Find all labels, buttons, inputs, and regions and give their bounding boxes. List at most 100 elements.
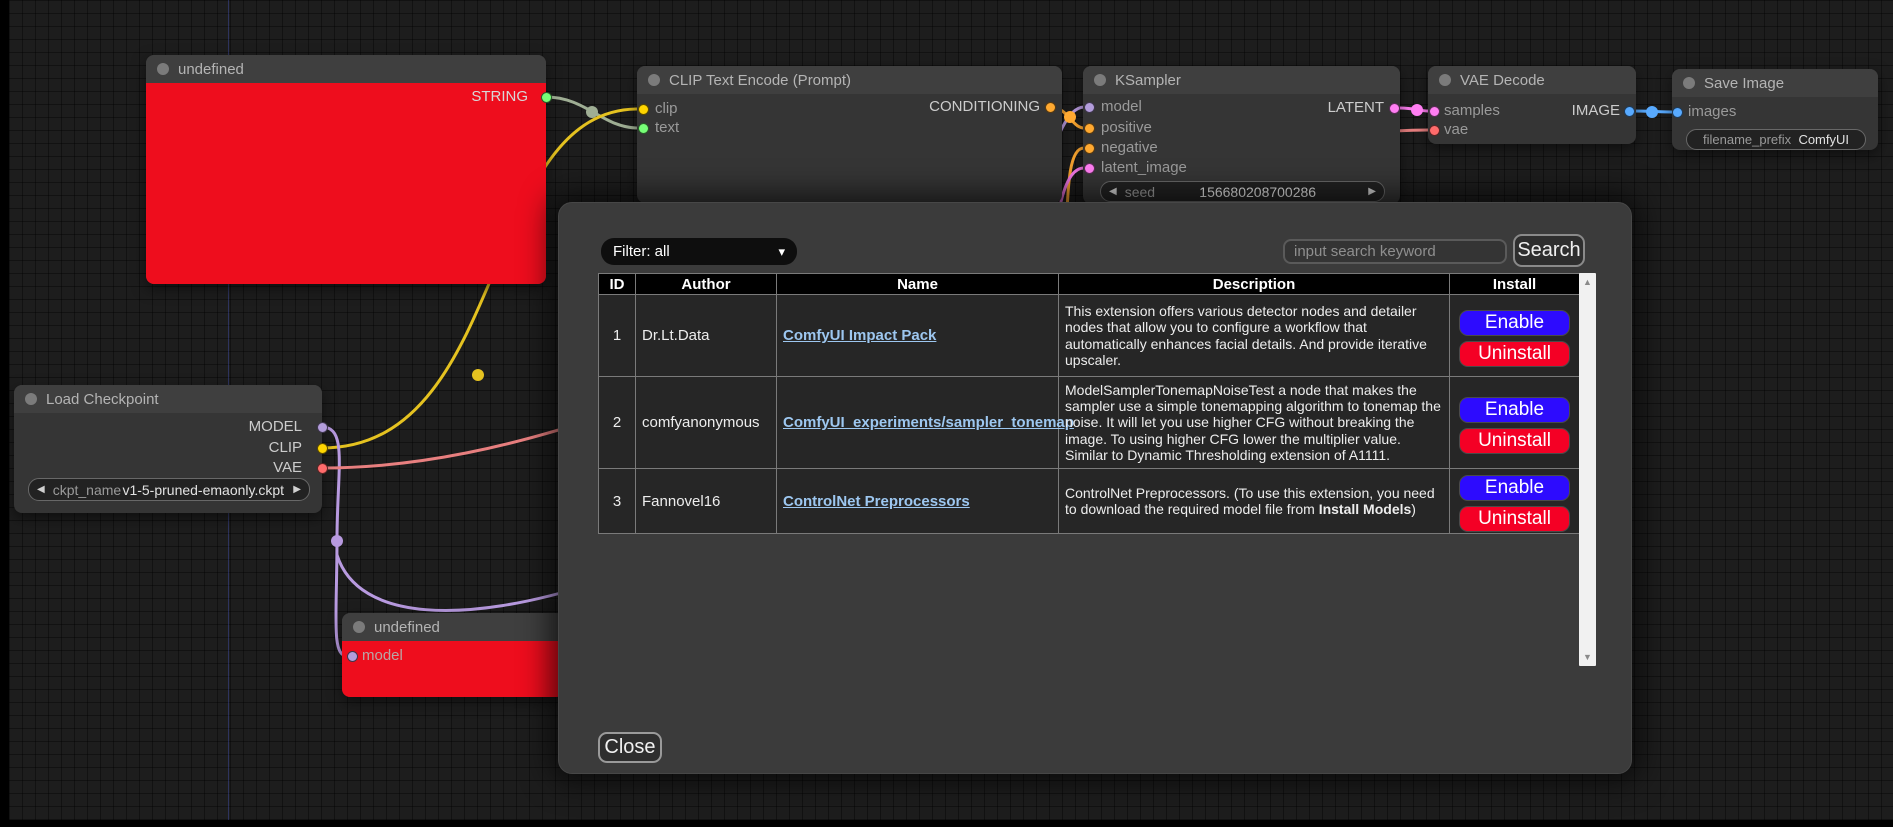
clip-input-dot[interactable] bbox=[638, 104, 649, 115]
enable-button[interactable]: Enable bbox=[1459, 475, 1570, 501]
cell-id: 1 bbox=[599, 295, 636, 377]
input-slot-model[interactable]: model bbox=[362, 646, 403, 666]
input-slot-positive[interactable]: positive bbox=[1101, 118, 1152, 138]
output-slot-vae[interactable]: VAE bbox=[273, 458, 302, 478]
link-midpoint-dot[interactable] bbox=[1064, 111, 1076, 123]
extension-link[interactable]: ComfyUI_experiments/sampler_tonemap bbox=[783, 414, 1074, 431]
search-input[interactable] bbox=[1283, 239, 1507, 264]
seed-widget[interactable]: ◀ seed 156680208700286 ▶ bbox=[1100, 181, 1385, 202]
decrement-icon[interactable]: ◀ bbox=[1101, 187, 1125, 197]
node-title: Save Image bbox=[1704, 75, 1784, 92]
node-title: Load Checkpoint bbox=[46, 391, 159, 408]
latent-output-dot[interactable] bbox=[1389, 103, 1400, 114]
node-title: CLIP Text Encode (Prompt) bbox=[669, 72, 851, 89]
close-button[interactable]: Close bbox=[598, 732, 662, 763]
cell-id: 3 bbox=[599, 469, 636, 534]
cell-install: Enable Uninstall bbox=[1450, 377, 1580, 469]
vae-input-dot[interactable] bbox=[1429, 125, 1440, 136]
extensions-table: ID Author Name Description Install 1 Dr.… bbox=[598, 273, 1580, 534]
filter-select[interactable]: Filter: all ▾ bbox=[601, 238, 797, 265]
input-slot-samples[interactable]: samples bbox=[1444, 101, 1500, 121]
widget-label: ckpt_name bbox=[53, 482, 121, 498]
widget-label: seed bbox=[1125, 184, 1155, 200]
output-slot-clip[interactable]: CLIP bbox=[269, 438, 302, 458]
extension-link[interactable]: ControlNet Preprocessors bbox=[783, 493, 970, 510]
node-title-bar: Load Checkpoint bbox=[14, 385, 322, 413]
uninstall-button[interactable]: Uninstall bbox=[1459, 506, 1570, 532]
link-midpoint-dot[interactable] bbox=[1411, 104, 1423, 116]
vae-output-dot[interactable] bbox=[317, 463, 328, 474]
scroll-up-icon[interactable]: ▲ bbox=[1579, 275, 1596, 289]
uninstall-button[interactable]: Uninstall bbox=[1459, 428, 1570, 454]
col-header-description: Description bbox=[1059, 274, 1450, 295]
node-clip-text-encode[interactable]: CLIP Text Encode (Prompt) clip text COND… bbox=[637, 66, 1062, 203]
widget-value: v1-5-pruned-emaonly.ckpt bbox=[121, 482, 285, 498]
node-status-icon bbox=[1094, 74, 1106, 86]
input-slot-clip[interactable]: clip bbox=[655, 99, 678, 119]
node-title: undefined bbox=[374, 619, 440, 636]
input-slot-latent-image[interactable]: latent_image bbox=[1101, 158, 1187, 178]
ckpt-name-widget[interactable]: ◀ ckpt_name v1-5-pruned-emaonly.ckpt ▶ bbox=[28, 478, 310, 501]
scroll-down-icon[interactable]: ▼ bbox=[1579, 650, 1596, 664]
uninstall-button[interactable]: Uninstall bbox=[1459, 341, 1570, 367]
clip-output-dot[interactable] bbox=[317, 443, 328, 454]
previous-icon[interactable]: ◀ bbox=[29, 485, 53, 495]
col-header-author: Author bbox=[636, 274, 777, 295]
positive-input-dot[interactable] bbox=[1084, 123, 1095, 134]
search-button[interactable]: Search bbox=[1513, 234, 1585, 267]
increment-icon[interactable]: ▶ bbox=[1360, 187, 1384, 197]
samples-input-dot[interactable] bbox=[1429, 106, 1440, 117]
link-midpoint-dot[interactable] bbox=[586, 106, 598, 118]
extension-link[interactable]: ComfyUI Impact Pack bbox=[783, 327, 936, 344]
node-vae-decode[interactable]: VAE Decode samples vae IMAGE bbox=[1428, 66, 1636, 144]
enable-button[interactable]: Enable bbox=[1459, 310, 1570, 336]
node-undefined-bottom[interactable]: undefined model bbox=[342, 613, 564, 697]
cell-id: 2 bbox=[599, 377, 636, 469]
node-title: VAE Decode bbox=[1460, 72, 1545, 89]
conditioning-output-dot[interactable] bbox=[1045, 102, 1056, 113]
link-midpoint-dot[interactable] bbox=[1646, 106, 1658, 118]
latent-image-input-dot[interactable] bbox=[1084, 163, 1095, 174]
node-undefined-top[interactable]: undefined STRING bbox=[146, 55, 546, 284]
missing-node-body bbox=[146, 83, 546, 284]
input-slot-text[interactable]: text bbox=[655, 118, 679, 138]
negative-input-dot[interactable] bbox=[1084, 143, 1095, 154]
widget-value: 156680208700286 bbox=[1155, 184, 1360, 200]
extension-manager-dialog: Filter: all ▾ Search ID Author Name Desc… bbox=[558, 202, 1632, 774]
model-input-dot-bottom[interactable] bbox=[347, 651, 358, 662]
col-header-name: Name bbox=[777, 274, 1059, 295]
model-output-dot[interactable] bbox=[317, 422, 328, 433]
text-input-dot[interactable] bbox=[638, 123, 649, 134]
model-input-dot[interactable] bbox=[1084, 102, 1095, 113]
input-slot-model[interactable]: model bbox=[1101, 97, 1142, 117]
node-save-image[interactable]: Save Image images filename_prefix ComfyU… bbox=[1672, 69, 1878, 150]
output-slot-string[interactable]: STRING bbox=[471, 87, 528, 107]
link-midpoint-dot[interactable] bbox=[472, 369, 484, 381]
node-title-bar: VAE Decode bbox=[1428, 66, 1636, 94]
images-input-dot[interactable] bbox=[1672, 107, 1683, 118]
table-scrollbar[interactable]: ▲ ▼ bbox=[1579, 273, 1596, 666]
table-row: 1 Dr.Lt.Data ComfyUI Impact Pack This ex… bbox=[599, 295, 1580, 377]
enable-button[interactable]: Enable bbox=[1459, 397, 1570, 423]
link-midpoint-dot[interactable] bbox=[331, 535, 343, 547]
table-row: 2 comfyanonymous ComfyUI_experiments/sam… bbox=[599, 377, 1580, 469]
filename-prefix-widget[interactable]: filename_prefix ComfyUI bbox=[1686, 129, 1866, 150]
output-slot-model[interactable]: MODEL bbox=[249, 417, 302, 437]
node-title-bar: undefined bbox=[146, 55, 546, 83]
cell-author: comfyanonymous bbox=[636, 377, 777, 469]
input-slot-negative[interactable]: negative bbox=[1101, 138, 1158, 158]
chevron-down-icon: ▾ bbox=[778, 244, 785, 260]
output-slot-image[interactable]: IMAGE bbox=[1572, 101, 1620, 121]
output-slot-conditioning[interactable]: CONDITIONING bbox=[929, 97, 1040, 117]
input-slot-images[interactable]: images bbox=[1688, 102, 1736, 122]
next-icon[interactable]: ▶ bbox=[285, 485, 309, 495]
image-output-dot[interactable] bbox=[1624, 106, 1635, 117]
node-load-checkpoint[interactable]: Load Checkpoint MODEL CLIP VAE ◀ ckpt_na… bbox=[14, 385, 322, 513]
node-status-icon bbox=[1683, 77, 1695, 89]
output-slot-latent[interactable]: LATENT bbox=[1328, 98, 1384, 118]
node-ksampler[interactable]: KSampler model positive negative latent_… bbox=[1083, 66, 1400, 204]
string-output-dot[interactable] bbox=[541, 92, 552, 103]
input-slot-vae[interactable]: vae bbox=[1444, 120, 1468, 140]
cell-install: Enable Uninstall bbox=[1450, 469, 1580, 534]
node-title-bar: undefined bbox=[342, 613, 564, 641]
